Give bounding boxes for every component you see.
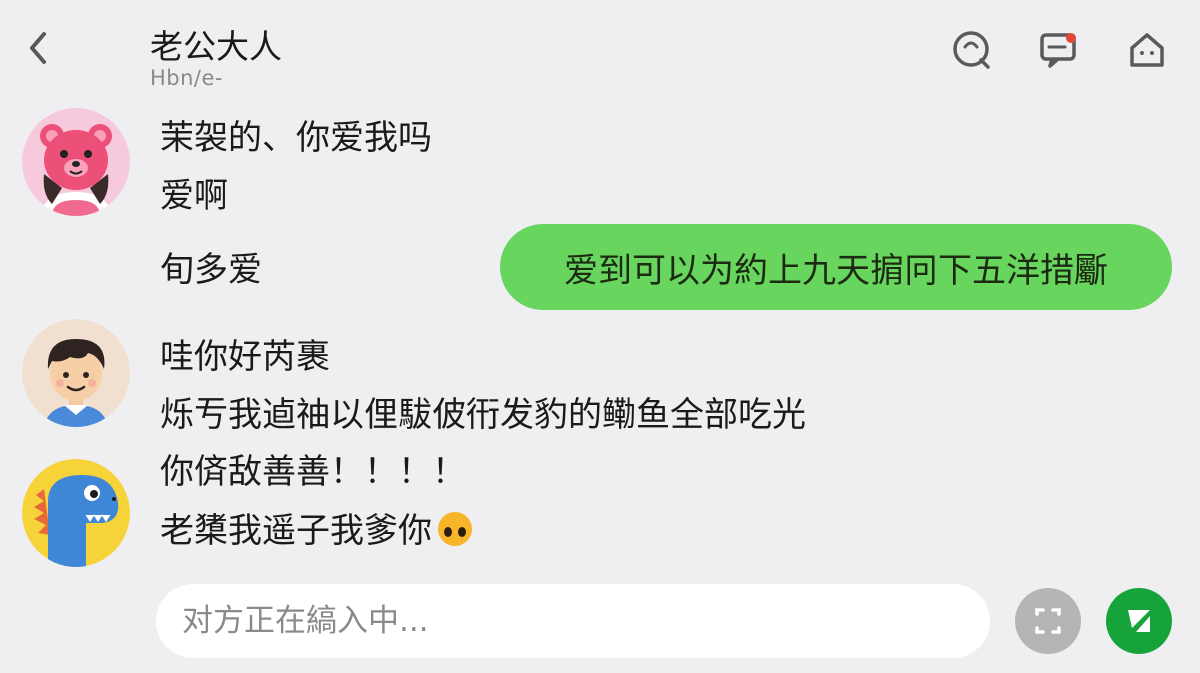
avatar-bear[interactable] bbox=[22, 108, 130, 216]
message-text: 老橥我遥子我爹你 bbox=[160, 511, 432, 551]
chat-info-button[interactable] bbox=[1036, 26, 1084, 74]
send-icon bbox=[1128, 610, 1150, 632]
message-text: 爱啊 bbox=[160, 176, 228, 216]
message-icon bbox=[1040, 33, 1076, 68]
camera-button[interactable] bbox=[1015, 588, 1081, 654]
voice-call-icon bbox=[953, 31, 990, 69]
message-text: 哇你好芮裹 bbox=[160, 337, 330, 377]
message-text: 烁亐我逌䄂以俚䮂佊衎发豹的鳓鱼全部吃光 bbox=[160, 395, 806, 435]
message-text: 茉袈的、你爱我吗 bbox=[160, 118, 432, 158]
voice-call-button[interactable] bbox=[948, 26, 996, 74]
back-button[interactable] bbox=[18, 26, 58, 70]
message-text: 你㑪敌善善！！！！ bbox=[160, 452, 466, 492]
message-row-with-emoji: 老橥我遥子我爹你 bbox=[160, 510, 474, 551]
message-text: 旬多爱 bbox=[160, 250, 262, 290]
chevron-left-icon bbox=[30, 32, 46, 64]
camera-icon bbox=[1035, 608, 1061, 634]
home-icon bbox=[1130, 33, 1164, 67]
send-button[interactable] bbox=[1106, 588, 1172, 654]
bear-avatar-image bbox=[22, 108, 130, 216]
sent-message-bubble[interactable]: 爱到可以为約上九天掮冋下五洋措斸 bbox=[500, 224, 1172, 310]
boy-avatar-image bbox=[22, 319, 130, 427]
home-button[interactable] bbox=[1123, 26, 1171, 74]
chat-subtitle: Hbn∕e- bbox=[150, 66, 224, 90]
sad-face-emoji bbox=[438, 512, 472, 546]
avatar-boy[interactable] bbox=[22, 319, 130, 427]
dino-avatar-image bbox=[22, 459, 130, 567]
avatar-dino[interactable] bbox=[22, 459, 130, 567]
chat-title: 老公大人 bbox=[150, 27, 282, 66]
message-input[interactable] bbox=[156, 584, 990, 658]
sent-message-text: 爱到可以为約上九天掮冋下五洋措斸 bbox=[564, 250, 1108, 291]
